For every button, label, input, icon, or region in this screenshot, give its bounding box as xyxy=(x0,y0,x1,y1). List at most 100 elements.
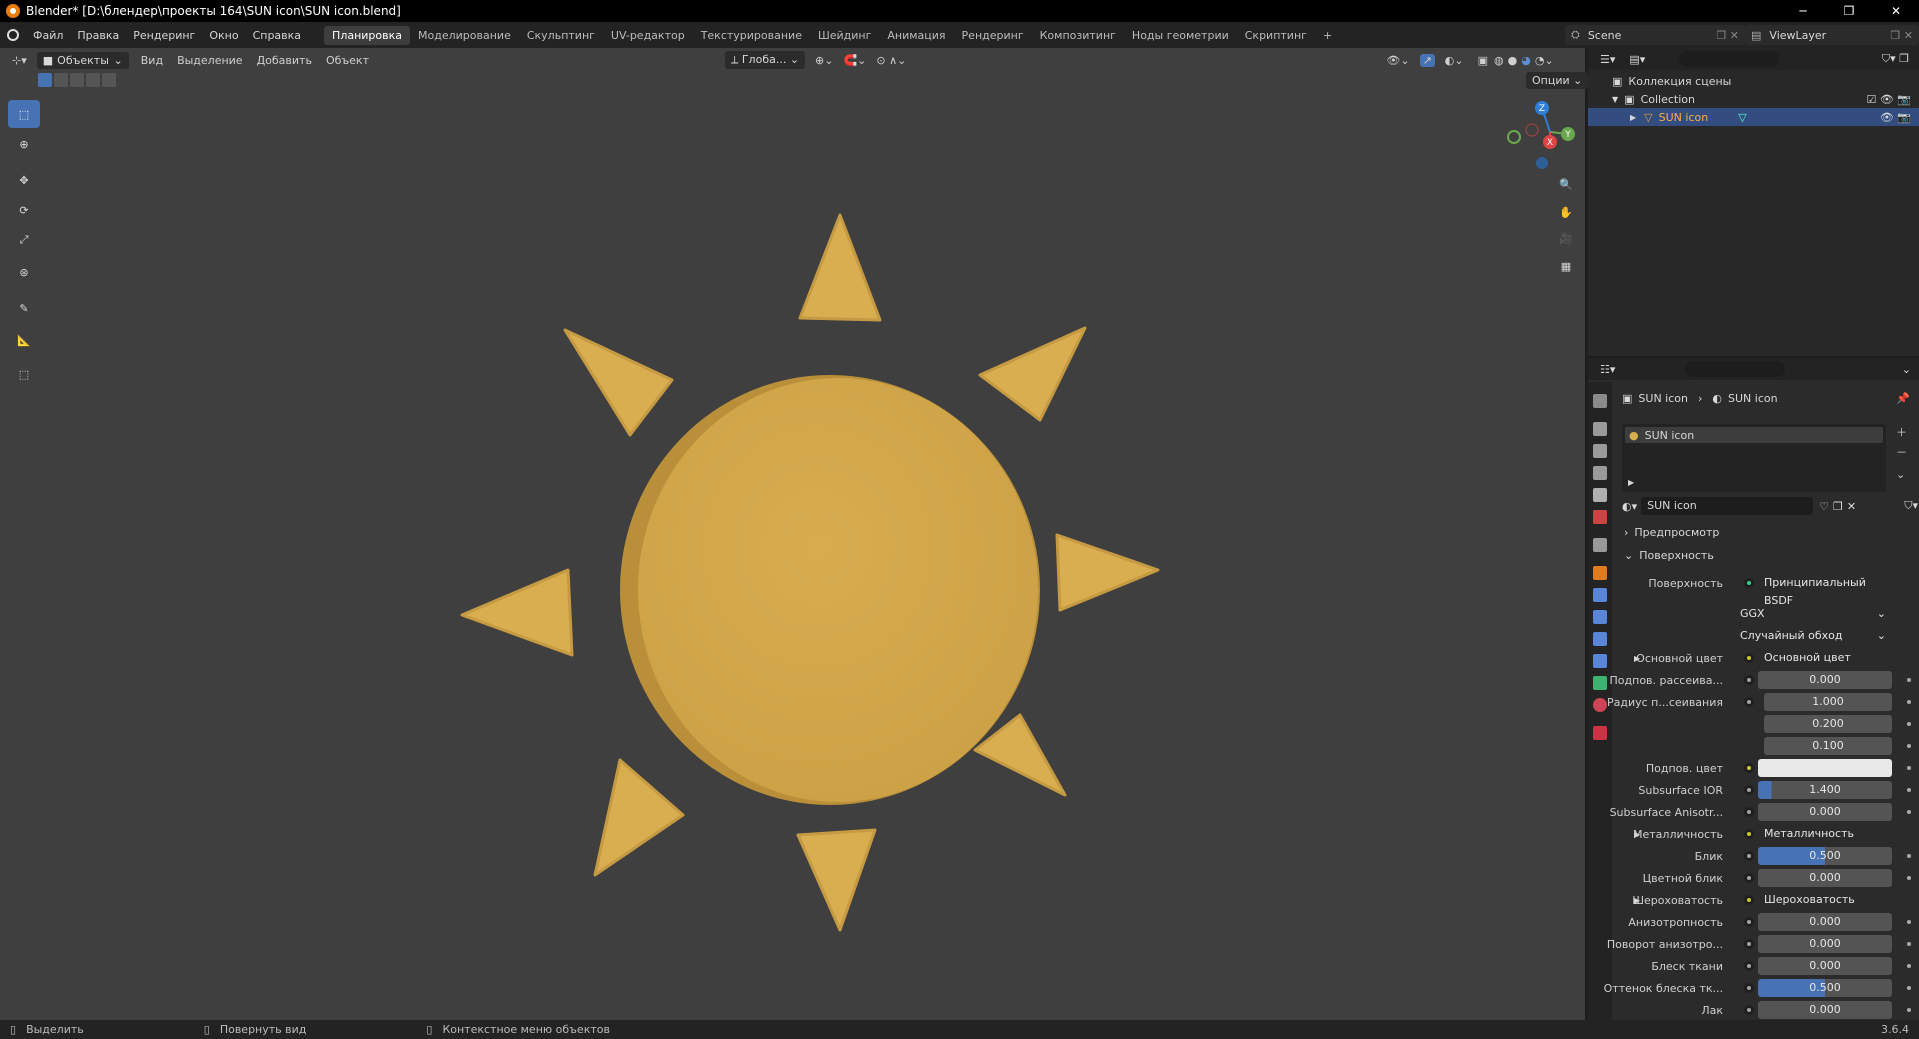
add-cube-tool[interactable]: ⬚ xyxy=(8,360,40,388)
param-value-field[interactable]: Основной цвет xyxy=(1758,649,1892,667)
outliner-scene-collection[interactable]: Коллекция сцены xyxy=(1628,75,1731,88)
object-tab-icon[interactable] xyxy=(1593,566,1607,580)
param-value-field[interactable]: 0.000 xyxy=(1758,869,1892,887)
menu-render[interactable]: Рендеринг xyxy=(126,29,202,42)
slot-specials-icon[interactable]: ⌄ xyxy=(1896,468,1907,481)
minimize-button[interactable]: ─ xyxy=(1780,0,1826,22)
add-slot-icon[interactable]: ＋ xyxy=(1896,424,1907,440)
menu-window[interactable]: Окно xyxy=(202,29,245,42)
keyframe-dot-icon[interactable] xyxy=(1907,920,1911,924)
scene-selector[interactable]: ⛭ Scene ❐ ✕ xyxy=(1565,25,1745,45)
blender-menu-icon[interactable] xyxy=(0,29,26,41)
select-intersect-icon[interactable] xyxy=(102,73,116,87)
rotate-tool[interactable]: ⟳ xyxy=(8,196,40,224)
panel-preview[interactable]: › Предпросмотр xyxy=(1624,526,1719,539)
keyframe-dot-icon[interactable] xyxy=(1907,766,1911,770)
move-tool[interactable]: ✥ xyxy=(8,166,40,194)
proportional-edit-icon[interactable]: ⊙ ∧⌄ xyxy=(876,54,906,67)
tab-rendering[interactable]: Рендеринг xyxy=(954,26,1032,45)
remove-slot-icon[interactable]: － xyxy=(1896,444,1907,460)
shading-rendered-icon[interactable]: ◔⌄ xyxy=(1535,54,1554,67)
unlink-material-icon[interactable]: ✕ xyxy=(1847,500,1856,513)
select-new-icon[interactable] xyxy=(38,73,52,87)
visibility-icon[interactable]: 👁⌄ xyxy=(1386,54,1409,67)
sun-ray[interactable] xyxy=(796,828,877,932)
input-socket-icon[interactable] xyxy=(1744,983,1754,993)
properties-search-input[interactable] xyxy=(1685,361,1786,377)
maximize-button[interactable]: ❐ xyxy=(1826,0,1872,22)
param-value-field[interactable]: 1.400 xyxy=(1758,781,1892,799)
add-workspace-button[interactable]: + xyxy=(1315,26,1340,45)
input-socket-icon[interactable] xyxy=(1744,873,1754,883)
input-socket-icon[interactable] xyxy=(1744,653,1754,663)
particles-tab-icon[interactable] xyxy=(1593,610,1607,624)
tab-modeling[interactable]: Моделирование xyxy=(410,26,519,45)
viewlayer-selector[interactable]: ▤ ViewLayer ❐ ✕ xyxy=(1745,25,1919,45)
keyframe-dot-icon[interactable] xyxy=(1907,1008,1911,1012)
options-chevron-icon[interactable]: ⌄ xyxy=(1902,363,1911,376)
new-viewlayer-icon[interactable]: ❐ ✕ xyxy=(1890,29,1913,42)
input-socket-icon[interactable] xyxy=(1744,763,1754,773)
measure-tool[interactable]: 📐 xyxy=(8,326,40,354)
render-tab-icon[interactable] xyxy=(1593,422,1607,436)
sun-ray[interactable] xyxy=(978,326,1087,422)
param-value-field[interactable]: 0.000 xyxy=(1758,957,1892,975)
param-value-field[interactable]: 0.200 xyxy=(1764,715,1892,733)
constraints-tab-icon[interactable] xyxy=(1593,654,1607,668)
options-dropdown[interactable]: Опции ⌄ xyxy=(1526,72,1589,89)
fake-user-icon[interactable]: ♡ xyxy=(1819,500,1829,513)
param-value-field[interactable] xyxy=(1758,759,1892,777)
sun-ray[interactable] xyxy=(798,213,882,322)
duplicate-material-icon[interactable]: ❐ xyxy=(1833,500,1843,513)
tab-scripting[interactable]: Скриптинг xyxy=(1237,26,1315,45)
keyframe-dot-icon[interactable] xyxy=(1907,722,1911,726)
orientation-dropdown[interactable]: ⟂ Глоба... ⌄ xyxy=(725,51,806,69)
camera-view-icon[interactable]: 🎥 xyxy=(1554,226,1578,250)
annotate-tool[interactable]: ✎ xyxy=(8,294,40,322)
data-tab-icon[interactable] xyxy=(1593,676,1607,690)
keyframe-dot-icon[interactable] xyxy=(1907,964,1911,968)
pin-icon[interactable]: 📌 xyxy=(1896,392,1910,405)
overlay-toggle-icon[interactable]: ◐⌄ xyxy=(1445,54,1464,67)
input-socket-icon[interactable] xyxy=(1744,961,1754,971)
tab-geometry-nodes[interactable]: Ноды геометрии xyxy=(1124,26,1237,45)
menu-add[interactable]: Добавить xyxy=(257,54,312,67)
zoom-icon[interactable]: 🔍 xyxy=(1554,172,1578,196)
pan-hand-icon[interactable]: ✋ xyxy=(1554,200,1578,224)
output-tab-icon[interactable] xyxy=(1593,444,1607,458)
param-value-field[interactable]: 0.000 xyxy=(1758,913,1892,931)
keyframe-dot-icon[interactable] xyxy=(1907,788,1911,792)
sun-model[interactable] xyxy=(400,190,1200,950)
menu-view[interactable]: Вид xyxy=(141,54,163,67)
menu-select[interactable]: Выделение xyxy=(177,54,243,67)
modifier-tab-icon[interactable] xyxy=(1593,588,1607,602)
sun-ray[interactable] xyxy=(593,758,685,877)
keyframe-dot-icon[interactable] xyxy=(1907,744,1911,748)
sun-disc[interactable] xyxy=(638,378,1038,802)
subsurface-method-dropdown[interactable]: Случайный обход ⌄ xyxy=(1734,627,1892,645)
shading-wireframe-icon[interactable]: ◍ xyxy=(1494,54,1504,67)
select-subtract-icon[interactable] xyxy=(70,73,84,87)
keyframe-dot-icon[interactable] xyxy=(1907,876,1911,880)
param-value-field[interactable]: 0.000 xyxy=(1758,1001,1892,1019)
texture-tab-icon[interactable] xyxy=(1593,726,1607,740)
input-socket-icon[interactable] xyxy=(1744,851,1754,861)
transform-tool[interactable]: ⊛ xyxy=(8,258,40,286)
scene-tab-icon[interactable] xyxy=(1593,488,1607,502)
material-tab-icon[interactable] xyxy=(1593,698,1607,712)
close-window-button[interactable]: ✕ xyxy=(1873,0,1919,22)
param-value-field[interactable]: 0.000 xyxy=(1758,671,1892,689)
surface-shader-field[interactable]: Принципиальный BSDF xyxy=(1758,574,1892,607)
input-socket-icon[interactable] xyxy=(1744,1005,1754,1015)
select-invert-icon[interactable] xyxy=(86,73,100,87)
snap-icon[interactable]: 🧲⌄ xyxy=(843,54,866,67)
browse-material-icon[interactable]: ◐▾ xyxy=(1622,500,1637,513)
select-extend-icon[interactable] xyxy=(54,73,68,87)
tab-shading[interactable]: Шейдинг xyxy=(810,26,879,45)
collapse-arrow-icon[interactable]: ▼ xyxy=(1612,95,1618,104)
sun-ray[interactable] xyxy=(1055,533,1160,612)
input-socket-icon[interactable] xyxy=(1744,939,1754,949)
keyframe-dot-icon[interactable] xyxy=(1907,678,1911,682)
tab-compositing[interactable]: Композитинг xyxy=(1032,26,1124,45)
tab-layout[interactable]: Планировка xyxy=(324,25,411,45)
